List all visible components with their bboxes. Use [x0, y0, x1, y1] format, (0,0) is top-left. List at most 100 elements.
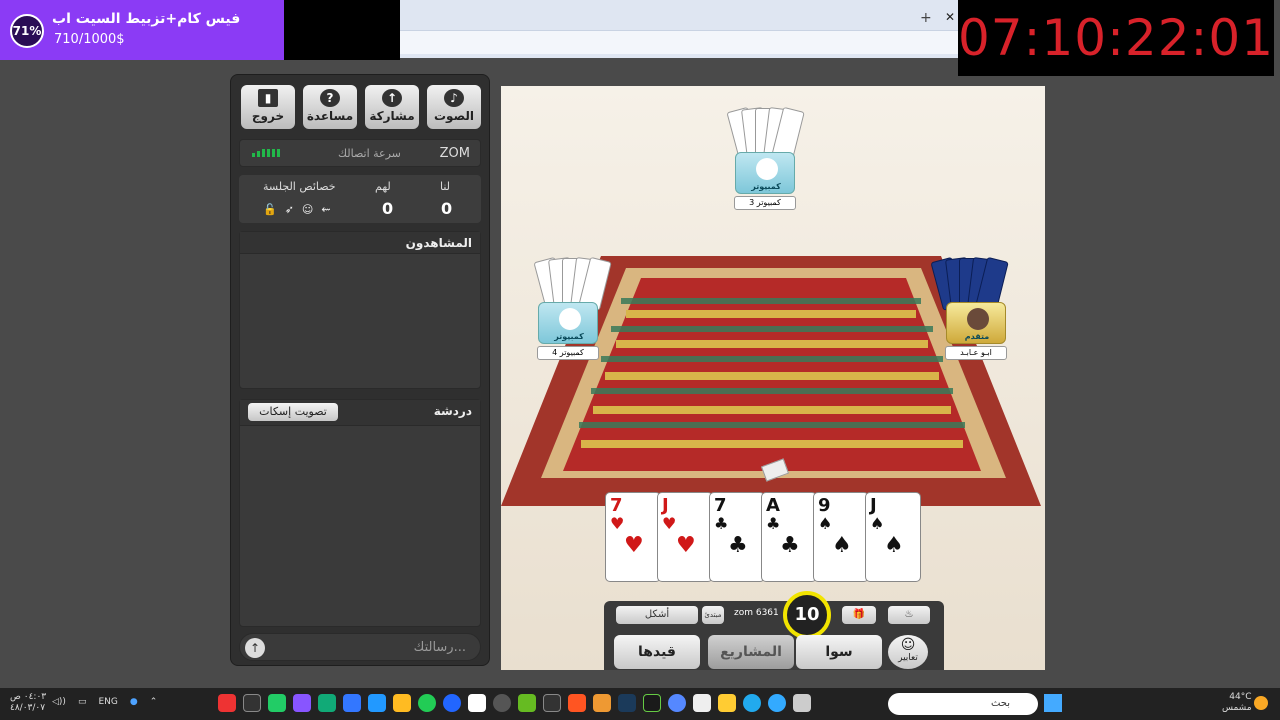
arrows-icon: ⇜ — [321, 203, 331, 216]
smiley-icon: ☺ — [301, 203, 314, 216]
avatar: متقدم — [946, 302, 1006, 344]
sawa-button[interactable]: سوا — [796, 635, 882, 669]
discord-icon[interactable] — [668, 694, 686, 712]
gift-icon[interactable]: 🎁 — [842, 606, 876, 624]
app-icon[interactable] — [643, 694, 661, 712]
app-icon[interactable] — [343, 694, 361, 712]
player-left[interactable]: كمبيوتر كمبيوتر 4 — [537, 302, 599, 360]
level-badge: مبتدئ — [702, 606, 724, 624]
clock-date: ٤٨/٠٣/٠٧ — [10, 703, 46, 713]
chrome-active-icon[interactable] — [593, 694, 611, 712]
nvidia-icon[interactable] — [518, 694, 536, 712]
share-label: مشاركة — [369, 109, 415, 123]
taskbar: ٠٤:٠٣ ص ٤٨/٠٣/٠٧ ◁)) ▭ ENG ● ⌃ بحث 44°C … — [0, 688, 1280, 720]
chat-placeholder: رسالتك... — [413, 640, 466, 655]
epic-icon[interactable] — [543, 694, 561, 712]
exit-label: خروج — [251, 109, 285, 123]
window-icon[interactable] — [793, 694, 811, 712]
shapes-button[interactable]: أشكل — [616, 606, 698, 624]
store-icon[interactable] — [693, 694, 711, 712]
close-tab-icon[interactable]: ✕ — [945, 10, 955, 24]
card-rank: A — [766, 495, 780, 516]
card-suit: ♠ — [818, 514, 833, 533]
clock[interactable]: ٠٤:٠٣ ص ٤٨/٠٣/٠٧ — [10, 692, 46, 714]
taskbar-apps — [218, 694, 811, 712]
monitor-icon[interactable]: ▭ — [78, 697, 87, 707]
goal-title: فيس كام+تزبيط السيت اب — [52, 11, 241, 27]
share-button[interactable]: ↑ مشاركة — [365, 85, 419, 129]
hand-card[interactable]: A ♣ ♣ — [761, 492, 817, 582]
new-tab-icon[interactable]: + — [920, 10, 932, 26]
tab-row: + ✕ — [400, 6, 960, 26]
app-icon[interactable] — [368, 694, 386, 712]
emotes-button[interactable]: ☺ تعابير — [888, 635, 928, 669]
weather-desc: مشمس — [1222, 703, 1252, 713]
excel-icon[interactable] — [318, 694, 336, 712]
browser-chrome: + ✕ — [400, 0, 960, 58]
address-bar[interactable] — [400, 30, 960, 54]
door-icon: ▮ — [258, 89, 278, 107]
top-player-cards — [726, 96, 805, 161]
rockstar-icon[interactable] — [393, 694, 411, 712]
mic-icon[interactable]: ● — [130, 697, 138, 707]
system-tray: ◁)) ▭ ENG ● ⌃ — [52, 697, 157, 707]
help-icon: ? — [320, 89, 340, 107]
player-right[interactable]: متقدم ابـو عـابـد — [945, 302, 1007, 360]
chevron-up-icon[interactable]: ⌃ — [150, 697, 158, 707]
steam-icon[interactable] — [618, 694, 636, 712]
speaker-icon[interactable]: ◁)) — [52, 697, 66, 707]
projects-button[interactable]: المشاريع — [708, 635, 794, 669]
app-icon[interactable] — [268, 694, 286, 712]
speaker-icon: ♪ — [444, 89, 464, 107]
app-icon[interactable] — [493, 694, 511, 712]
help-button[interactable]: ? مساعدة — [303, 85, 357, 129]
card-suit-big: ♥ — [676, 533, 696, 558]
goal-percent: 71% — [10, 14, 44, 48]
hand-card[interactable]: J ♥ ♥ — [657, 492, 713, 582]
chrome-icon[interactable] — [218, 694, 236, 712]
card-suit: ♣ — [714, 514, 729, 533]
app-icon[interactable] — [293, 694, 311, 712]
signal-icon — [252, 149, 280, 157]
card-rank: J — [662, 495, 669, 516]
flame-icon[interactable]: ♨ — [888, 606, 930, 624]
windows-start-icon[interactable] — [1044, 694, 1062, 712]
right-player-cards — [930, 246, 1009, 311]
player-top[interactable]: كمبيوتر كمبيوتر 3 — [734, 152, 796, 210]
hand-card[interactable]: 7 ♥ ♥ — [605, 492, 661, 582]
chat-title: دردشة — [433, 404, 472, 418]
us-score: 0 — [441, 199, 453, 218]
emotes-label: تعابير — [898, 653, 918, 663]
turn-countdown: 10 — [783, 591, 831, 639]
card-suit-big: ♠ — [832, 533, 852, 558]
ea-icon[interactable] — [443, 694, 461, 712]
send-arrow-icon[interactable]: ↑ — [245, 638, 265, 658]
app-icon[interactable] — [768, 694, 786, 712]
qaidha-button[interactable]: قيدها — [614, 635, 700, 669]
language-indicator[interactable]: ENG — [98, 697, 117, 707]
share-icon: ↑ — [382, 89, 402, 107]
spectators-box: المشاهدون — [239, 231, 481, 389]
brave-icon[interactable] — [568, 694, 586, 712]
whatsapp-icon[interactable] — [418, 694, 436, 712]
card-suit: ♥ — [610, 514, 625, 533]
chat-input[interactable]: ↑ رسالتك... — [239, 633, 481, 661]
hand-card[interactable]: 7 ♣ ♣ — [709, 492, 765, 582]
taskbar-search[interactable]: بحث — [888, 693, 1038, 715]
card-suit: ♣ — [766, 514, 781, 533]
card-rank: 9 — [818, 495, 831, 516]
action-bar: أشكل مبتدئ zom 6361 10 🎁 ♨ قيدها المشاري… — [604, 591, 944, 670]
card-rank: J — [870, 495, 877, 516]
epic-icon[interactable] — [243, 694, 261, 712]
sound-button[interactable]: ♪ الصوت — [427, 85, 481, 129]
weather[interactable]: 44°C مشمس — [1222, 692, 1252, 714]
hand-card[interactable]: 9 ♠ ♠ — [813, 492, 869, 582]
hand-card[interactable]: J ♠ ♠ — [865, 492, 921, 582]
exit-button[interactable]: ▮ خروج — [241, 85, 295, 129]
card-suit: ♠ — [870, 514, 885, 533]
capcut-icon[interactable] — [468, 694, 486, 712]
us-label: لنا — [440, 180, 451, 193]
edge-icon[interactable] — [743, 694, 761, 712]
mute-vote-button[interactable]: تصويت إسكات — [248, 403, 338, 421]
folder-icon[interactable] — [718, 694, 736, 712]
